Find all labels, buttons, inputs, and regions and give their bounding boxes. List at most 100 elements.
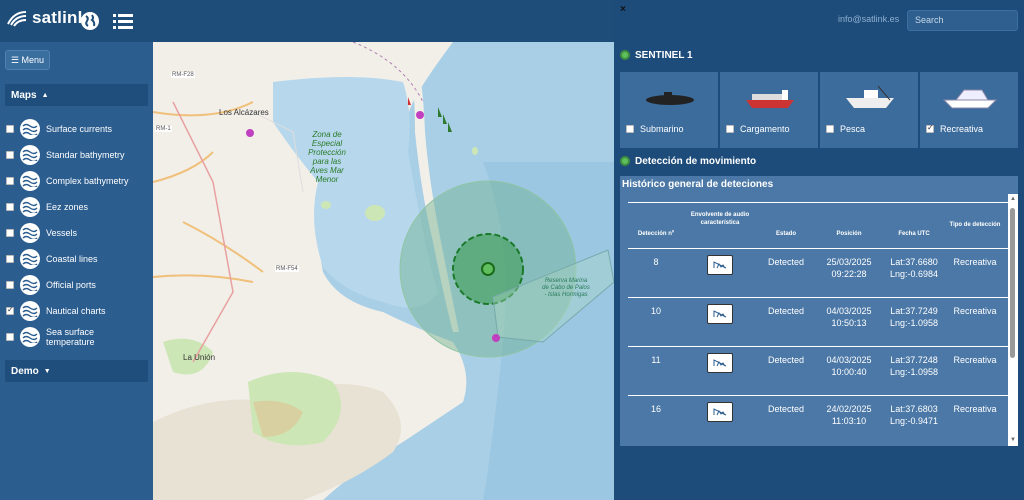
audio-envelope-button[interactable] [707,255,733,275]
vessel-type-checkbox[interactable] [726,125,734,133]
vessel-type-option[interactable]: Recreativa [926,123,984,134]
detection-type: Recreativa [953,257,997,267]
layer-label: Coastal lines [46,254,98,264]
map-label-rm-1: RM-1 [155,126,172,132]
audio-envelope-button[interactable] [707,304,733,324]
detection-lat: Lat:37.6803 [890,404,938,414]
layer-item[interactable]: Nautical charts [6,300,106,322]
vessel-type-checkbox[interactable] [826,125,834,133]
layer-wave-icon [20,171,40,191]
table-row[interactable]: 16 Detected 24/02/2025 11:03:10 Lat:37.6803 L… [628,395,1008,445]
history-scrollbar[interactable]: ▲ ▼ [1008,194,1018,446]
layer-label: Surface currents [46,124,113,134]
detection-time: 09:22:28 [831,269,867,279]
layer-checkbox[interactable] [6,255,14,263]
vessel-type-option[interactable]: Cargamento [726,124,790,134]
history-title: Histórico general de deteciones [622,179,774,190]
layer-checkbox[interactable] [6,333,14,341]
detection-id: 8 [653,257,659,267]
vessel-type-tile[interactable]: Pesca [820,72,918,148]
audio-envelope-button[interactable] [707,402,733,422]
layer-wave-icon [20,223,40,243]
demo-section-header[interactable]: Demo ▼ [5,360,148,382]
scroll-down-icon[interactable]: ▼ [1010,437,1016,443]
maps-section-header[interactable]: Maps ▲ [5,84,148,106]
sentinel-header[interactable]: SENTINEL 1 [620,44,693,66]
layer-label: Complex bathymetry [46,176,129,186]
left-sidebar: ☰ Menu Maps ▲ Surface currents Standar ba… [0,42,153,500]
list-menu-icon[interactable] [113,13,133,29]
layer-item[interactable]: Coastal lines [6,248,98,270]
layer-checkbox[interactable] [6,229,14,237]
vessel-type-tile[interactable]: Recreativa [920,72,1018,148]
vessel-type-label: Recreativa [940,124,984,134]
detection-time: 11:03:10 [831,416,867,426]
maps-title: Maps [11,89,37,101]
detection-status: Detected [767,355,805,365]
layer-item[interactable]: Vessels [6,222,77,244]
table-row[interactable]: 8 Detected 25/03/2025 09:22:28 Lat:37.6680 Ln… [628,248,1008,298]
detection-status: Detected [767,404,805,414]
vessel-type-label: Pesca [840,124,866,134]
history-container: Histórico general de deteciones Detecció… [620,176,1018,446]
user-email[interactable]: info@satlink.es [838,14,899,24]
layer-item[interactable]: Complex bathymetry [6,170,129,192]
vessel-type-tile[interactable]: Cargamento [720,72,818,148]
layer-checkbox[interactable] [6,281,14,289]
waveform-icon [713,310,727,318]
layer-checkbox[interactable] [6,305,14,315]
movement-header[interactable]: Detección de movimiento [620,150,756,172]
satellite-wave-icon [7,11,27,27]
sentinel-title: SENTINEL 1 [635,49,693,61]
table-header: Detección nº Envolvente de audio caracter… [628,202,1008,248]
layer-checkbox[interactable] [6,203,14,211]
layer-label: Official ports [46,280,96,290]
detection-lng: Lng:-0.6984 [889,269,939,279]
detection-status: Detected [767,257,805,267]
layer-checkbox[interactable] [6,125,14,133]
layer-item[interactable]: Surface currents [6,118,112,140]
layer-item[interactable]: Eez zones [6,196,88,218]
detection-lat: Lat:37.6680 [890,257,938,267]
waveform-icon [713,261,727,269]
detection-type: Recreativa [953,306,997,316]
map-label-rm-f54: RM-F54 [275,266,299,272]
detection-time: 10:50:13 [831,318,867,328]
layer-item[interactable]: Sea surface temperature [6,326,116,348]
close-panel-button[interactable]: × [620,4,626,15]
vessel-type-label: Cargamento [740,124,790,134]
map-view[interactable]: Los Alcázares Zona de Especial Protecció… [153,42,614,500]
map-label-launion: La Unión [183,353,216,362]
vessel-type-checkbox[interactable] [926,123,934,133]
table-row[interactable]: 10 Detected 04/03/2025 10:50:13 Lat:37.7249 L… [628,297,1008,347]
globe-icon[interactable] [80,11,100,31]
layer-item[interactable]: Official ports [6,274,96,296]
scroll-up-icon[interactable]: ▲ [1010,196,1016,202]
layer-label: Sea surface temperature [46,327,95,347]
layer-checkbox[interactable] [6,177,14,185]
layer-checkbox[interactable] [6,151,14,159]
table-row[interactable]: 11 Detected 04/03/2025 10:00:40 Lat:37.7248 L… [628,346,1008,396]
gear-icon [620,156,630,166]
layer-wave-icon [20,249,40,269]
vessel-type-checkbox[interactable] [626,125,634,133]
detection-lat: Lat:37.7249 [890,306,938,316]
column-header: Posición [836,231,862,237]
vessel-type-tile[interactable]: Submarino [620,72,718,148]
detection-lat: Lat:37.7248 [890,355,938,365]
layer-item[interactable]: Standar bathymetry [6,144,125,166]
scroll-thumb[interactable] [1010,208,1015,358]
gear-icon [620,50,630,60]
vessel-type-option[interactable]: Submarino [626,124,684,134]
detection-id: 11 [651,355,661,365]
search-input[interactable]: Search [907,10,1018,31]
menu-button[interactable]: ☰ Menu [5,50,50,70]
detection-date: 25/03/2025 [826,257,872,267]
vessel-type-option[interactable]: Pesca [826,124,865,134]
detection-date: 04/03/2025 [826,355,872,365]
detection-lng: Lng:-1.0958 [889,318,939,328]
satlink-logo[interactable]: satlink [6,8,87,28]
column-header: Fecha UTC [898,231,930,237]
detection-id: 16 [650,404,661,414]
audio-envelope-button[interactable] [707,353,733,373]
